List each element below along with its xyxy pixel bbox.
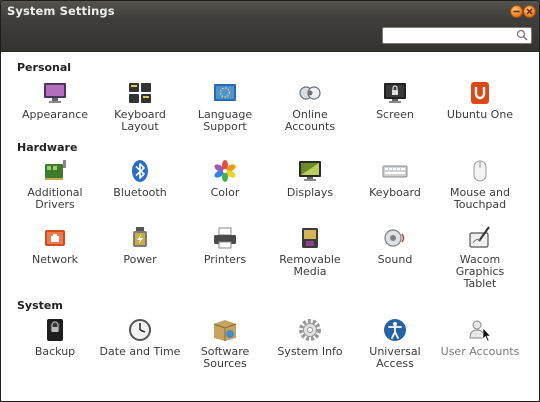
item-wacom-graphics-tablet[interactable]: Wacom Graphics Tablet bbox=[438, 225, 522, 290]
item-online-accounts[interactable]: Online Accounts bbox=[268, 80, 352, 133]
displays-icon bbox=[299, 161, 321, 181]
mouse-icon bbox=[473, 160, 487, 182]
item-screen[interactable]: Screen bbox=[353, 80, 437, 121]
additional-drivers-icon bbox=[45, 160, 66, 180]
sound-icon bbox=[384, 229, 405, 247]
item-bluetooth[interactable]: Bluetooth bbox=[98, 158, 182, 199]
section-title-personal: Personal bbox=[17, 61, 72, 74]
item-language-support[interactable]: Language Support bbox=[183, 80, 267, 133]
keyboard-icon bbox=[382, 165, 408, 178]
clock-icon bbox=[129, 319, 151, 341]
keyboard-layout-icon bbox=[129, 83, 151, 103]
item-keyboard-layout[interactable]: Keyboard Layout bbox=[98, 80, 182, 133]
item-user-accounts[interactable]: User Accounts bbox=[438, 317, 522, 358]
removable-media-icon bbox=[302, 228, 318, 248]
item-displays[interactable]: Displays bbox=[268, 158, 352, 199]
section-title-system: System bbox=[17, 299, 63, 312]
network-icon bbox=[45, 230, 65, 246]
item-appearance[interactable]: Appearance bbox=[13, 80, 97, 121]
window-title: System Settings bbox=[7, 4, 115, 18]
appearance-icon bbox=[44, 83, 66, 103]
item-network[interactable]: Network bbox=[13, 225, 97, 266]
software-sources-icon bbox=[213, 320, 237, 341]
universal-access-icon bbox=[384, 319, 406, 341]
bluetooth-icon bbox=[132, 160, 148, 182]
language-support-icon bbox=[214, 84, 236, 101]
item-keyboard[interactable]: Keyboard bbox=[353, 158, 437, 199]
item-software-sources[interactable]: Software Sources bbox=[183, 317, 267, 370]
item-printers[interactable]: Printers bbox=[183, 225, 267, 266]
ubuntu-one-icon bbox=[471, 82, 489, 104]
wacom-tablet-icon bbox=[469, 226, 490, 248]
item-backup[interactable]: Backup bbox=[13, 317, 97, 358]
item-system-info[interactable]: System Info bbox=[268, 317, 352, 358]
gear-icon bbox=[299, 319, 321, 341]
color-icon bbox=[214, 160, 236, 182]
item-mouse-and-touchpad[interactable]: Mouse and Touchpad bbox=[438, 158, 522, 211]
search-input[interactable] bbox=[382, 27, 532, 44]
settings-panel: Personal Appearance Keyboard Layout Lang… bbox=[1, 52, 539, 401]
item-additional-drivers[interactable]: Additional Drivers bbox=[13, 158, 97, 211]
system-settings-window: System Settings Personal Appearance Keyb… bbox=[0, 0, 540, 402]
close-button[interactable] bbox=[523, 5, 536, 18]
search-icon[interactable] bbox=[516, 29, 528, 41]
item-date-and-time[interactable]: Date and Time bbox=[98, 317, 182, 358]
item-power[interactable]: Power bbox=[98, 225, 182, 266]
toolbar bbox=[1, 21, 539, 52]
section-title-hardware: Hardware bbox=[17, 141, 78, 154]
screen-icon bbox=[384, 83, 406, 103]
item-sound[interactable]: Sound bbox=[353, 225, 437, 266]
close-icon bbox=[526, 8, 533, 15]
minimize-icon bbox=[513, 10, 520, 13]
online-accounts-icon bbox=[299, 86, 321, 100]
user-accounts-icon bbox=[469, 320, 492, 342]
printer-icon bbox=[214, 227, 236, 249]
minimize-button[interactable] bbox=[510, 5, 523, 18]
title-bar[interactable]: System Settings bbox=[1, 1, 539, 21]
item-universal-access[interactable]: Universal Access bbox=[353, 317, 437, 370]
power-icon bbox=[133, 227, 147, 247]
item-removable-media[interactable]: Removable Media bbox=[268, 225, 352, 278]
backup-icon bbox=[47, 319, 63, 341]
item-color[interactable]: Color bbox=[183, 158, 267, 199]
item-ubuntu-one[interactable]: Ubuntu One bbox=[438, 80, 522, 121]
